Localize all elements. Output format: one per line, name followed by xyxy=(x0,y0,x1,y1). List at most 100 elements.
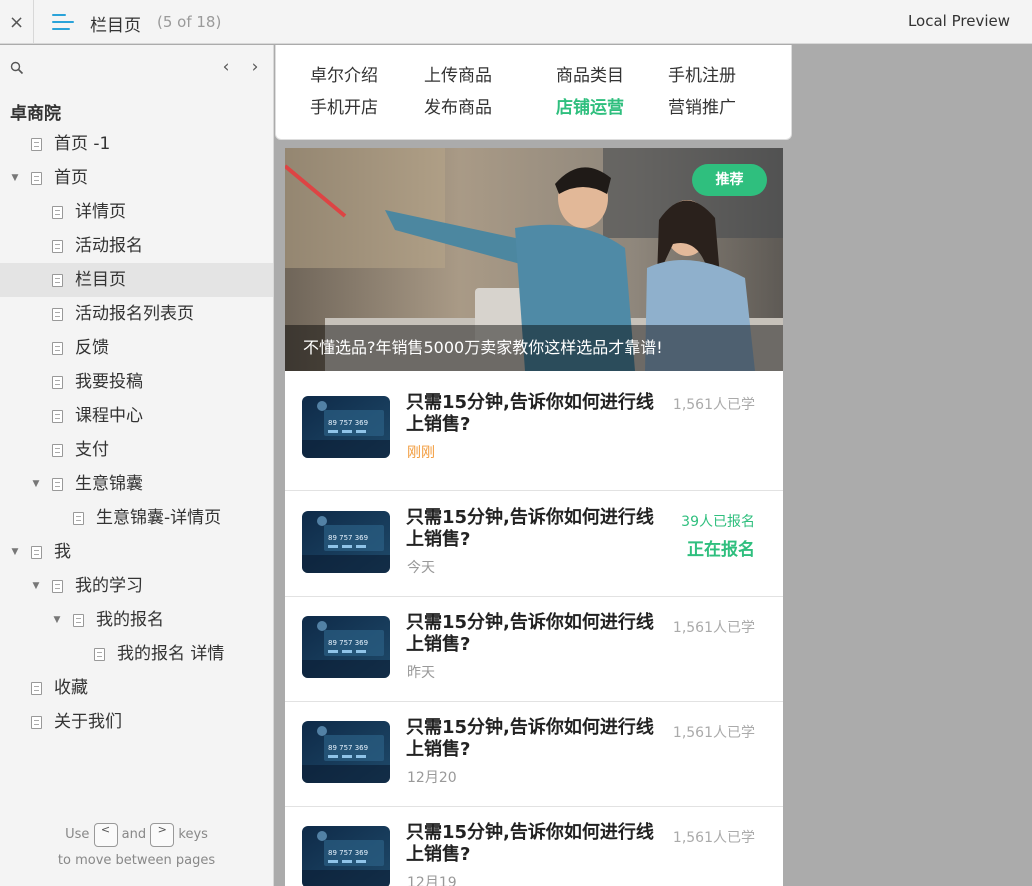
category-tabs: 卓尔介绍 上传商品 商品类目 手机注册 手机开店 发布商品 店铺运营 营销推广 xyxy=(275,45,792,140)
sidebar-item[interactable]: 我要投稿 xyxy=(0,365,273,399)
close-icon: × xyxy=(8,11,25,33)
sidebar-item-label: 课程中心 xyxy=(75,406,143,426)
page-icon xyxy=(31,716,42,729)
sidebar-item[interactable]: ▼ 我 xyxy=(0,535,273,569)
page-icon xyxy=(94,648,105,661)
site-title: 卓商院 xyxy=(10,104,61,124)
hamburger-menu-icon[interactable] xyxy=(52,12,74,32)
page-icon xyxy=(52,478,63,491)
article-feed: 推荐 不懂选品?年销售5000万卖家教你这样选品才靠谱! 89 757 369 只… xyxy=(285,148,783,886)
prev-key-icon: < xyxy=(93,822,118,847)
expand-caret-icon[interactable]: ▼ xyxy=(9,535,21,569)
page-icon xyxy=(31,172,42,185)
sidebar-item[interactable]: 生意锦囊-详情页 xyxy=(0,501,273,535)
page-icon xyxy=(73,614,84,627)
tab-item[interactable]: 手机注册 xyxy=(668,61,736,86)
sidebar-item-label: 生意锦囊-详情页 xyxy=(96,508,222,528)
hero-caption: 不懂选品?年销售5000万卖家教你这样选品才靠谱! xyxy=(285,325,783,371)
item-date: 昨天 xyxy=(407,665,435,681)
tab-item-active[interactable]: 店铺运营 xyxy=(556,93,624,118)
hint-line2: to move between pages xyxy=(57,853,216,868)
thumbnail-number: 89 757 369 xyxy=(328,534,368,542)
sidebar-item[interactable]: 反馈 xyxy=(0,331,273,365)
list-item[interactable]: 89 757 369 只需15分钟,告诉你如何进行线上销售? 今天 39人已报名 正在报… xyxy=(285,491,783,597)
sidebar-item[interactable]: ▼ 首页 xyxy=(0,161,273,195)
page-icon xyxy=(52,410,63,423)
next-page-button[interactable]: › xyxy=(247,57,263,77)
sidebar-item[interactable]: 关于我们 xyxy=(0,705,273,739)
item-count: 1,561人已学 xyxy=(672,397,755,413)
sidebar-item[interactable]: 活动报名列表页 xyxy=(0,297,273,331)
page-icon xyxy=(31,546,42,559)
sidebar-item[interactable]: ▼ 生意锦囊 xyxy=(0,467,273,501)
expand-caret-icon[interactable]: ▼ xyxy=(9,161,21,195)
sidebar-item-label: 我 xyxy=(54,542,71,562)
page-title: 栏目页 xyxy=(90,16,141,36)
tab-item[interactable]: 上传商品 xyxy=(424,61,492,86)
tab-item[interactable]: 营销推广 xyxy=(668,93,736,118)
registration-status[interactable]: 正在报名 xyxy=(687,535,755,560)
tab-item[interactable]: 手机开店 xyxy=(310,93,378,118)
recommend-badge[interactable]: 推荐 xyxy=(692,164,767,196)
page-counter: (5 of 18) xyxy=(157,13,222,31)
hero-banner[interactable]: 推荐 不懂选品?年销售5000万卖家教你这样选品才靠谱! xyxy=(285,148,783,371)
sidebar-item[interactable]: 我的报名 详情 xyxy=(0,637,273,671)
next-key-icon: > xyxy=(150,822,175,847)
sidebar-item-label: 首页 xyxy=(54,168,88,188)
close-button[interactable]: × xyxy=(0,0,34,44)
item-date: 12月20 xyxy=(407,770,457,786)
page-icon xyxy=(31,682,42,695)
top-bar: × 栏目页 (5 of 18) Local Preview xyxy=(0,0,1032,44)
expand-caret-icon[interactable]: ▼ xyxy=(30,569,42,603)
item-date: 刚刚 xyxy=(407,445,435,461)
sidebar-item[interactable]: 课程中心 xyxy=(0,399,273,433)
hint-use: Use xyxy=(65,827,90,842)
sidebar-item-label: 活动报名 xyxy=(75,236,143,256)
list-item[interactable]: 89 757 369 只需15分钟,告诉你如何进行线上销售? 昨天 1,561人已学 xyxy=(285,597,783,702)
expand-caret-icon[interactable]: ▼ xyxy=(51,603,63,637)
page-icon xyxy=(73,512,84,525)
sidebar-item[interactable]: ▼ 我的学习 xyxy=(0,569,273,603)
sidebar-item[interactable]: ▼ 我的报名 xyxy=(0,603,273,637)
sidebar-item-label: 我的学习 xyxy=(75,576,143,596)
hint-keys: keys xyxy=(178,827,208,842)
item-date: 今天 xyxy=(407,560,435,576)
page-icon xyxy=(52,444,63,457)
prev-page-button[interactable]: ‹ xyxy=(218,57,234,77)
sidebar-item[interactable]: 栏目页 xyxy=(0,263,273,297)
course-thumbnail: 89 757 369 xyxy=(302,721,390,783)
sidebar-item-label: 活动报名列表页 xyxy=(75,304,194,324)
page-icon xyxy=(52,274,63,287)
local-preview-link[interactable]: Local Preview xyxy=(908,12,1010,30)
sidebar-item[interactable]: 收藏 xyxy=(0,671,273,705)
list-item[interactable]: 89 757 369 只需15分钟,告诉你如何进行线上销售? 12月19 1,561人… xyxy=(285,807,783,886)
item-date: 12月19 xyxy=(407,875,457,886)
sidebar-item-label: 我的报名 详情 xyxy=(117,644,225,664)
course-thumbnail: 89 757 369 xyxy=(302,826,390,886)
sidebar-item[interactable]: 首页 -1 xyxy=(0,127,273,161)
tab-item[interactable]: 发布商品 xyxy=(424,93,492,118)
next-key-label: > xyxy=(157,822,167,836)
list-item[interactable]: 89 757 369 只需15分钟,告诉你如何进行线上销售? 12月20 1,561人… xyxy=(285,702,783,807)
sidebar-item-label: 收藏 xyxy=(54,678,88,698)
sidebar-item-label: 首页 -1 xyxy=(54,134,111,154)
page-icon xyxy=(31,138,42,151)
item-count: 1,561人已学 xyxy=(672,830,755,846)
tab-item[interactable]: 商品类目 xyxy=(556,61,624,86)
tab-item[interactable]: 卓尔介绍 xyxy=(310,61,378,86)
thumbnail-number: 89 757 369 xyxy=(328,639,368,647)
sidebar-item[interactable]: 支付 xyxy=(0,433,273,467)
course-thumbnail: 89 757 369 xyxy=(302,511,390,573)
hint-and: and xyxy=(121,827,147,842)
sidebar-item[interactable]: 活动报名 xyxy=(0,229,273,263)
list-item[interactable]: 89 757 369 只需15分钟,告诉你如何进行线上销售? 刚刚 1,561人已学 xyxy=(285,372,783,491)
preview-background xyxy=(792,45,1032,886)
sidebar-item-label: 详情页 xyxy=(75,202,126,222)
expand-caret-icon[interactable]: ▼ xyxy=(30,467,42,501)
sidebar-item[interactable]: 详情页 xyxy=(0,195,273,229)
item-title: 只需15分钟,告诉你如何进行线上销售? xyxy=(406,507,654,550)
thumbnail-number: 89 757 369 xyxy=(328,419,368,427)
page-icon xyxy=(52,206,63,219)
item-title: 只需15分钟,告诉你如何进行线上销售? xyxy=(406,822,654,865)
search-icon[interactable] xyxy=(10,61,24,75)
